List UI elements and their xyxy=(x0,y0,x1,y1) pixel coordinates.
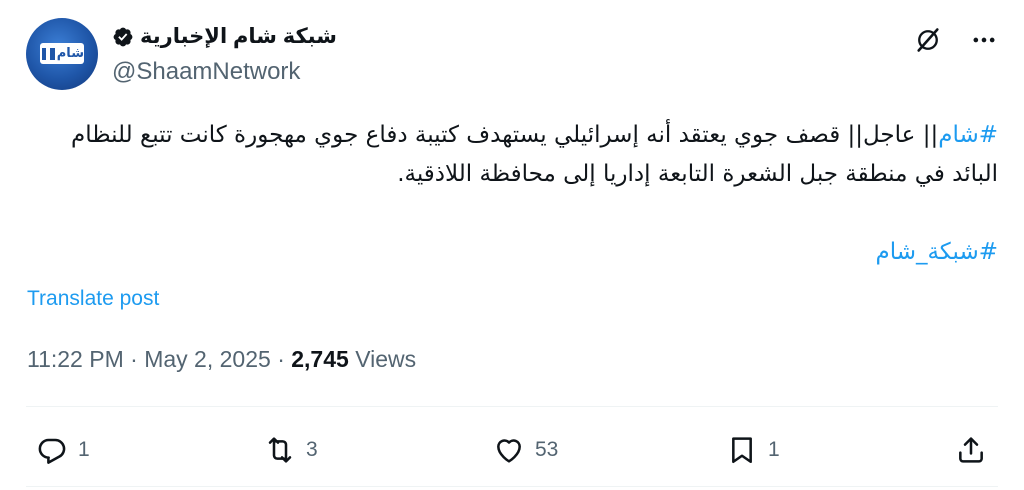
tweet-text: #شام|| عاجل|| قصف جوي يعتقد أنه إسرائيلي… xyxy=(26,116,998,272)
author-handle[interactable]: @ShaamNetwork xyxy=(112,58,300,86)
translate-post-link[interactable]: Translate post xyxy=(27,287,159,311)
like-button[interactable]: 53 xyxy=(493,434,558,466)
bookmark-button[interactable]: 1 xyxy=(726,434,780,466)
reply-count: 1 xyxy=(78,438,90,461)
share-icon xyxy=(959,437,983,463)
like-count: 53 xyxy=(535,438,559,461)
views-label: Views xyxy=(355,346,417,372)
reply-icon xyxy=(38,438,66,464)
verified-badge-icon[interactable] xyxy=(112,26,134,48)
header-actions xyxy=(914,26,998,54)
avatar-logo: شام xyxy=(40,43,84,64)
divider-top xyxy=(26,406,998,407)
meta-separator: · xyxy=(130,346,138,372)
tweet-time[interactable]: 11:22 PM xyxy=(27,346,124,372)
bookmark-icon xyxy=(732,437,752,463)
reply-button[interactable]: 1 xyxy=(36,434,90,466)
avatar[interactable]: شام xyxy=(26,18,98,90)
tweet-header: شام شبكة شام الإخبارية @ShaamNetwork xyxy=(26,18,998,93)
avatar-logo-text: شام xyxy=(56,46,84,61)
grok-icon[interactable] xyxy=(914,26,942,54)
more-icon[interactable] xyxy=(970,26,998,54)
tweet-body-text: || عاجل|| قصف جوي يعتقد أنه إسرائيلي يست… xyxy=(70,122,998,187)
repost-count: 3 xyxy=(306,438,318,461)
heart-icon xyxy=(497,439,521,463)
tweet-date[interactable]: May 2, 2025 xyxy=(144,346,271,372)
author-display-name[interactable]: شبكة شام الإخبارية xyxy=(140,24,337,49)
tweet-meta: 11:22 PM · May 2, 2025 · 2,745 Views xyxy=(27,346,416,373)
hashtag-sham[interactable]: #شام xyxy=(938,122,998,148)
repost-icon xyxy=(268,437,292,463)
tweet-body: #شام|| عاجل|| قصف جوي يعتقد أنه إسرائيلي… xyxy=(26,116,998,194)
tweet-tag-line: #شبكة_شام xyxy=(26,233,998,272)
share-button[interactable] xyxy=(955,434,987,466)
meta-separator-2: · xyxy=(277,346,285,372)
repost-button[interactable]: 3 xyxy=(264,434,318,466)
author-name-row[interactable]: شبكة شام الإخبارية xyxy=(112,24,337,49)
hashtag-shaam-network[interactable]: #شبكة_شام xyxy=(875,239,998,265)
bookmark-count: 1 xyxy=(768,438,780,461)
views-count: 2,745 xyxy=(291,346,349,372)
divider-bottom xyxy=(26,486,998,487)
action-bar: 1 3 53 1 xyxy=(26,420,998,480)
